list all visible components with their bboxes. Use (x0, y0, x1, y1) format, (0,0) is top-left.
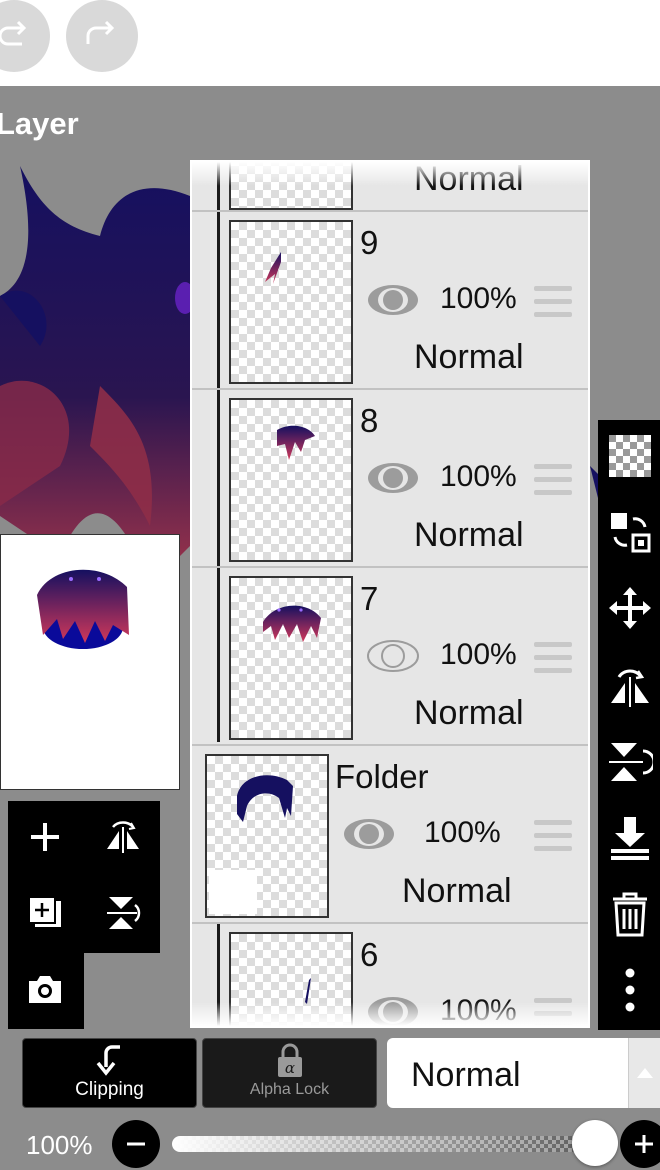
undo-button[interactable] (0, 0, 50, 72)
clipping-icon (96, 1045, 120, 1076)
camera-icon (25, 969, 65, 1014)
merge-down-button[interactable] (606, 816, 654, 864)
merge-down-icon (607, 815, 653, 866)
add-layer-button[interactable] (10, 805, 80, 873)
layer-blend-mode[interactable]: Normal (414, 338, 524, 377)
opacity-value: 100% (26, 1130, 93, 1160)
folder-icon (209, 870, 257, 914)
layer-panel[interactable]: Normal 9 100% Normal 8 100% Normal (190, 160, 590, 1028)
drag-handle-icon[interactable] (534, 286, 572, 320)
layer-swap-button[interactable] (606, 510, 654, 558)
right-toolbar (598, 420, 660, 1030)
blend-mode-select[interactable]: Normal (387, 1038, 660, 1108)
clipping-button[interactable]: Clipping (22, 1038, 197, 1108)
opacity-increase-button[interactable] (620, 1120, 660, 1168)
opacity-slider[interactable] (172, 1136, 612, 1152)
delete-layer-button[interactable] (606, 892, 654, 940)
layer-name: 8 (360, 402, 379, 439)
layer-preview (0, 534, 180, 790)
move-layer-button[interactable] (606, 586, 654, 634)
visibility-eye-icon[interactable] (342, 816, 396, 852)
opacity-row: 100% (0, 1118, 660, 1170)
camera-button[interactable] (10, 957, 80, 1025)
flip-vertical-button[interactable] (88, 881, 158, 949)
new-transparent-layer-button[interactable] (606, 434, 654, 482)
panel-title: Layer (0, 106, 79, 141)
scroll-fade-bottom (192, 1002, 588, 1026)
redo-button[interactable] (66, 0, 138, 72)
folder-thumbnail (205, 754, 329, 918)
visibility-eye-icon[interactable] (366, 282, 420, 318)
drag-handle-icon[interactable] (534, 820, 572, 854)
left-tools-panel (8, 801, 160, 953)
visibility-eye-off-icon[interactable] (366, 638, 420, 674)
visibility-eye-icon[interactable] (366, 460, 420, 496)
add-image-layer-button[interactable] (10, 881, 80, 949)
camera-tool-panel (8, 953, 84, 1029)
transparency-icon (607, 433, 653, 484)
flip-vertical-icon (103, 893, 143, 938)
undo-icon (0, 14, 34, 59)
flip-vertical-layer-button[interactable] (606, 739, 656, 790)
layer-blend-mode[interactable]: Normal (402, 872, 512, 911)
opacity-slider-knob[interactable] (572, 1120, 618, 1166)
drag-handle-icon[interactable] (534, 642, 572, 676)
layer-name: 7 (360, 580, 379, 617)
alpha-lock-label: Alpha Lock (249, 1081, 330, 1098)
layer-list[interactable]: Normal 9 100% Normal 8 100% Normal (192, 162, 588, 1026)
layer-opacity: 100% (440, 282, 517, 315)
more-icon (607, 967, 653, 1018)
opacity-decrease-button[interactable] (112, 1120, 160, 1168)
layer-blend-mode[interactable]: Normal (414, 694, 524, 733)
layer-name: 6 (360, 936, 379, 973)
layer-row-folder[interactable]: Folder 100% Normal (192, 746, 588, 924)
redo-icon (82, 14, 122, 59)
bottom-controls: Clipping α Alpha Lock Normal 100% (0, 1030, 660, 1170)
flip-horizontal-layer-button[interactable] (606, 664, 654, 712)
top-toolbar (0, 0, 660, 86)
add-layer-icon (25, 817, 65, 862)
flip-horizontal-icon (607, 663, 653, 714)
layer-opacity: 100% (424, 816, 501, 849)
layer-thumbnail (229, 398, 353, 562)
flip-horizontal-icon (103, 817, 143, 862)
layer-row-9[interactable]: 9 100% Normal (192, 212, 588, 390)
plus-icon (635, 1135, 653, 1153)
layer-blend-mode[interactable]: Normal (414, 516, 524, 555)
layer-opacity: 100% (440, 460, 517, 493)
layer-row-7[interactable]: 7 100% Normal (192, 568, 588, 746)
layer-swap-icon (607, 509, 653, 560)
layer-thumbnail (229, 576, 353, 740)
blend-mode-value: Normal (411, 1056, 521, 1094)
alpha-lock-button[interactable]: α Alpha Lock (202, 1038, 377, 1108)
add-from-image-icon (25, 893, 65, 938)
minus-icon (127, 1142, 145, 1146)
flip-vertical-icon (607, 739, 656, 790)
layer-thumbnail (229, 220, 353, 384)
trash-icon (607, 891, 653, 942)
flip-horizontal-button[interactable] (88, 805, 158, 873)
scroll-fade-top (192, 162, 588, 186)
lock-icon: α (278, 1043, 302, 1077)
layer-row-8[interactable]: 8 100% Normal (192, 390, 588, 568)
clipping-label: Clipping (75, 1079, 144, 1100)
svg-text:α: α (285, 1059, 295, 1077)
more-options-button[interactable] (606, 968, 654, 1016)
layer-opacity: 100% (440, 638, 517, 671)
move-icon (607, 585, 653, 636)
layer-name: 9 (360, 224, 379, 261)
layer-name: Folder (335, 758, 429, 795)
drag-handle-icon[interactable] (534, 464, 572, 498)
dropdown-arrow-icon[interactable] (628, 1038, 660, 1108)
